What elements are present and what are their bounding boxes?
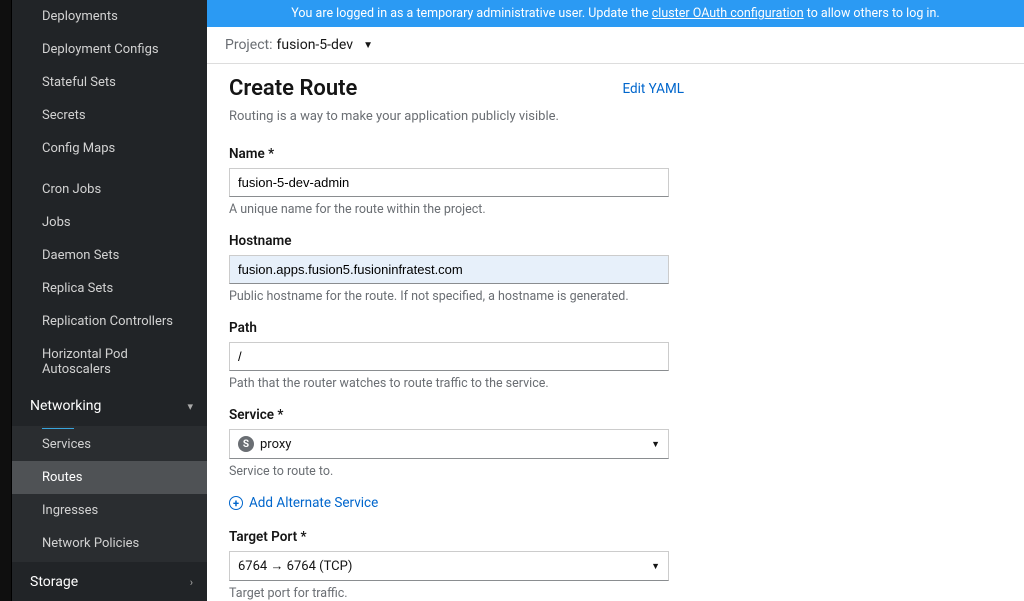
target-port-value: 6764 → 6764 (TCP): [238, 558, 352, 574]
service-icon: S: [238, 436, 254, 452]
sidebar-section-label: Networking: [30, 398, 101, 414]
left-rail: [0, 0, 12, 601]
sidebar-item-routes[interactable]: Routes: [12, 461, 207, 494]
field-hostname: Hostname Public hostname for the route. …: [229, 233, 684, 304]
project-value: fusion-5-dev: [277, 37, 354, 53]
workloads-group: Deployments Deployment Configs Stateful …: [12, 0, 207, 386]
project-selector[interactable]: Project: fusion-5-dev ▼: [207, 27, 1024, 64]
chevron-down-icon: ▾: [187, 400, 193, 413]
hostname-help: Public hostname for the route. If not sp…: [229, 289, 684, 304]
sidebar-item-config-maps[interactable]: Config Maps: [12, 132, 207, 165]
path-label: Path: [229, 320, 684, 336]
target-port-select[interactable]: 6764 → 6764 (TCP) ▼: [229, 551, 669, 581]
sidebar-item-hpa[interactable]: Horizontal Pod Autoscalers: [12, 338, 207, 386]
content: Create Route Edit YAML Routing is a way …: [207, 64, 1024, 601]
sidebar-item-cron-jobs[interactable]: Cron Jobs: [12, 173, 207, 206]
hostname-input[interactable]: [229, 255, 669, 284]
caret-down-icon: ▼: [651, 561, 660, 572]
service-help: Service to route to.: [229, 464, 684, 479]
name-help: A unique name for the route within the p…: [229, 202, 684, 217]
field-service: Service * S proxy ▼ Service to route to.: [229, 407, 684, 479]
caret-down-icon: ▼: [363, 40, 373, 51]
edit-yaml-link[interactable]: Edit YAML: [622, 81, 684, 97]
sidebar-item-deployment-configs[interactable]: Deployment Configs: [12, 33, 207, 66]
project-label: Project:: [225, 37, 273, 53]
target-port-help: Target port for traffic.: [229, 586, 684, 601]
field-path: Path Path that the router watches to rou…: [229, 320, 684, 391]
banner-link[interactable]: cluster OAuth configuration: [652, 6, 804, 21]
hostname-label: Hostname: [229, 233, 684, 249]
add-alternate-service[interactable]: + Add Alternate Service: [229, 495, 684, 511]
target-port-label: Target Port *: [229, 529, 684, 545]
sidebar-item-daemon-sets[interactable]: Daemon Sets: [12, 239, 207, 272]
main: You are logged in as a temporary adminis…: [207, 0, 1024, 601]
field-target-port: Target Port * 6764 → 6764 (TCP) ▼ Target…: [229, 529, 684, 601]
sidebar-item-secrets[interactable]: Secrets: [12, 99, 207, 132]
caret-down-icon: ▼: [651, 439, 660, 450]
name-label: Name *: [229, 146, 684, 162]
service-select[interactable]: S proxy ▼: [229, 429, 669, 459]
sidebar-item-stateful-sets[interactable]: Stateful Sets: [12, 66, 207, 99]
name-input[interactable]: [229, 168, 669, 197]
path-help: Path that the router watches to route tr…: [229, 376, 684, 391]
sidebar-item-network-policies[interactable]: Network Policies: [12, 527, 207, 560]
add-alt-label: Add Alternate Service: [249, 495, 378, 511]
sidebar-section-label: Storage: [30, 574, 78, 590]
sidebar-item-ingresses[interactable]: Ingresses: [12, 494, 207, 527]
sidebar-section-storage[interactable]: Storage ›: [12, 562, 207, 601]
banner-prefix: You are logged in as a temporary adminis…: [291, 6, 651, 21]
sidebar: Deployments Deployment Configs Stateful …: [12, 0, 207, 601]
info-banner: You are logged in as a temporary adminis…: [207, 0, 1024, 27]
banner-suffix: to allow others to log in.: [807, 6, 940, 21]
page-description: Routing is a way to make your applicatio…: [229, 109, 684, 124]
chevron-right-icon: ›: [190, 576, 193, 589]
service-value: proxy: [260, 437, 291, 452]
networking-sub: Services Routes Ingresses Network Polici…: [12, 426, 207, 562]
page-title: Create Route: [229, 76, 357, 101]
sidebar-item-services[interactable]: Services: [12, 428, 207, 461]
sidebar-item-deployments[interactable]: Deployments: [12, 0, 207, 33]
sidebar-item-jobs[interactable]: Jobs: [12, 206, 207, 239]
sidebar-item-replica-sets[interactable]: Replica Sets: [12, 272, 207, 305]
plus-circle-icon: +: [229, 496, 243, 510]
service-label: Service *: [229, 407, 684, 423]
path-input[interactable]: [229, 342, 669, 371]
sidebar-section-networking[interactable]: Networking ▾: [12, 386, 207, 426]
sidebar-item-replication-controllers[interactable]: Replication Controllers: [12, 305, 207, 338]
field-name: Name * A unique name for the route withi…: [229, 146, 684, 217]
